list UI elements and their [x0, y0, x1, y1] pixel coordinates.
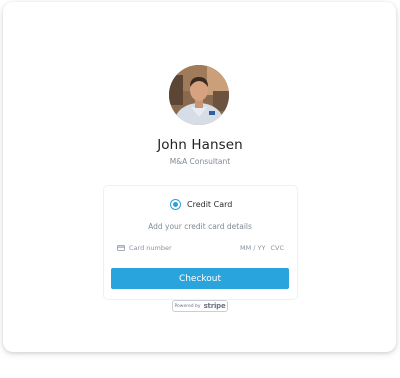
expiry-placeholder[interactable]: MM / YY [240, 244, 265, 252]
stripe-logo: stripe [203, 302, 226, 310]
cvc-placeholder[interactable]: CVC [270, 244, 284, 252]
card-number-input[interactable]: Card number MM / YY CVC [111, 239, 288, 257]
profile-name: John Hansen [157, 137, 243, 153]
payment-method-label: Credit Card [187, 199, 233, 209]
credit-card-option[interactable]: Credit Card [170, 197, 232, 211]
card-details-hint: Add your credit card details [148, 222, 252, 231]
credit-card-icon [117, 245, 125, 251]
card-number-placeholder: Card number [129, 244, 172, 252]
radio-dot [173, 201, 178, 207]
profile-title: M&A Consultant [169, 157, 231, 166]
avatar-photo [169, 65, 229, 125]
radio-selected-icon[interactable] [170, 198, 181, 210]
powered-by-stripe-badge[interactable]: Powered by stripe [172, 300, 228, 312]
checkout-button[interactable]: Checkout [111, 268, 289, 289]
avatar [169, 65, 229, 125]
powered-by-label: Powered by [174, 303, 201, 309]
